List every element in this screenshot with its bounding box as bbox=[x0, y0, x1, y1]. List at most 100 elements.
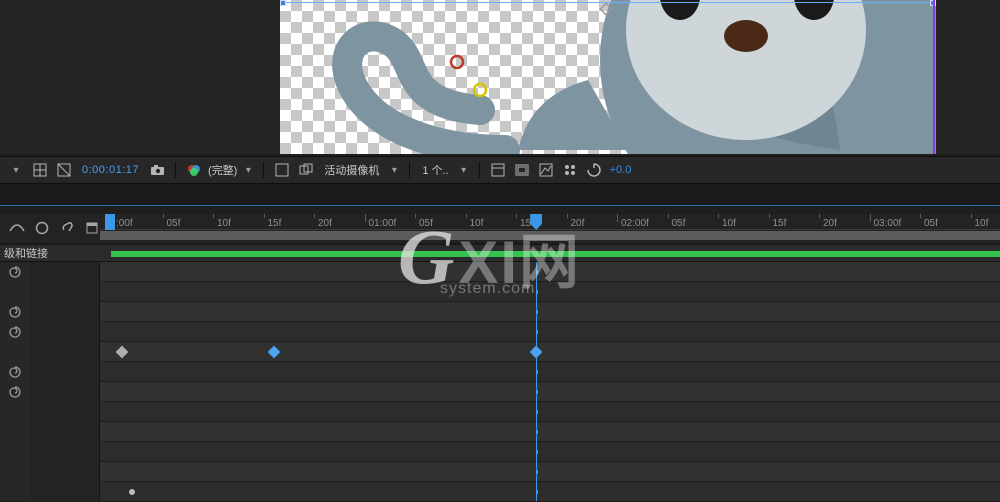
pickwhip-icon[interactable] bbox=[8, 265, 22, 279]
separator bbox=[263, 162, 264, 178]
ruler-tick-label: 20f bbox=[571, 218, 585, 229]
magnification-menu[interactable]: ▾ bbox=[6, 160, 26, 180]
row-left-cell[interactable] bbox=[30, 462, 100, 482]
ruler-tick bbox=[920, 214, 921, 218]
track-lane[interactable] bbox=[100, 402, 1000, 422]
selection-handle[interactable] bbox=[280, 0, 286, 6]
track-lane[interactable] bbox=[100, 482, 1000, 502]
track-lane[interactable] bbox=[100, 322, 1000, 342]
track-lane[interactable] bbox=[100, 262, 1000, 282]
active-camera-label[interactable]: 活动摄像机 bbox=[320, 162, 383, 178]
row-left-cell[interactable] bbox=[30, 442, 100, 462]
workarea-in-handle[interactable] bbox=[105, 214, 115, 230]
panel-focus-line bbox=[0, 205, 1000, 206]
ruler-scrollbar[interactable] bbox=[100, 231, 1000, 240]
separator bbox=[175, 162, 176, 178]
track-row[interactable] bbox=[0, 302, 1000, 322]
row-left-cell[interactable] bbox=[30, 382, 100, 402]
ruler-tick-label: 05f bbox=[924, 218, 938, 229]
mask-icon[interactable] bbox=[54, 160, 74, 180]
resolution-chevron[interactable]: ▾ bbox=[241, 165, 255, 176]
track-row[interactable] bbox=[0, 362, 1000, 382]
row-left-cell[interactable] bbox=[30, 282, 100, 302]
cti-segment bbox=[536, 490, 538, 494]
separator bbox=[409, 162, 410, 178]
track-row[interactable] bbox=[0, 262, 1000, 282]
workarea-bar[interactable] bbox=[111, 251, 1000, 257]
fx-icon[interactable] bbox=[33, 218, 50, 238]
ruler-tick bbox=[365, 214, 366, 222]
ruler-tick-label: 10f bbox=[217, 218, 231, 229]
shy-icon[interactable] bbox=[8, 218, 25, 238]
time-ruler[interactable]: :00f05f10f15f20f01:00f05f10f15f20f02:00f… bbox=[100, 214, 1000, 242]
composition-viewer[interactable] bbox=[280, 0, 936, 154]
track-row[interactable] bbox=[0, 482, 1000, 502]
ruler-tick bbox=[567, 214, 568, 218]
attach-icon[interactable] bbox=[58, 218, 75, 238]
ruler-track[interactable]: :00f05f10f15f20f01:00f05f10f15f20f02:00f… bbox=[100, 214, 1000, 230]
track-lane[interactable] bbox=[100, 342, 1000, 362]
safe-zones-icon[interactable] bbox=[512, 160, 532, 180]
panel-divider[interactable] bbox=[0, 184, 1000, 206]
row-left-cell[interactable] bbox=[30, 402, 100, 422]
track-lane[interactable] bbox=[100, 442, 1000, 462]
guides-icon[interactable] bbox=[488, 160, 508, 180]
cti-line[interactable] bbox=[536, 262, 537, 501]
track-lane[interactable] bbox=[100, 362, 1000, 382]
track-row[interactable] bbox=[0, 422, 1000, 442]
cti-segment bbox=[536, 430, 538, 434]
ruler-tick-label: 02:00f bbox=[621, 218, 649, 229]
track-row[interactable] bbox=[0, 402, 1000, 422]
row-left-cell[interactable] bbox=[30, 302, 100, 322]
track-row[interactable] bbox=[0, 382, 1000, 402]
exposure-value[interactable]: +0.0 bbox=[608, 164, 632, 176]
ruler-tick-label: 10f bbox=[722, 218, 736, 229]
transparency-grid-icon[interactable] bbox=[272, 160, 292, 180]
row-left-cell[interactable] bbox=[30, 342, 100, 362]
grid-icon[interactable] bbox=[30, 160, 50, 180]
row-left-cell[interactable] bbox=[30, 322, 100, 342]
fast-preview-icon[interactable] bbox=[584, 160, 604, 180]
ruler-tick-label: 01:00f bbox=[369, 218, 397, 229]
pickwhip-icon[interactable] bbox=[8, 365, 22, 379]
row-left-cell[interactable] bbox=[30, 362, 100, 382]
track-row[interactable] bbox=[0, 322, 1000, 342]
column-header-row: 级和链接 bbox=[0, 244, 1000, 262]
track-lane[interactable] bbox=[100, 422, 1000, 442]
track-row[interactable] bbox=[0, 462, 1000, 482]
marker-icon[interactable] bbox=[83, 218, 100, 238]
view-count-label[interactable]: 1 个.. bbox=[418, 162, 452, 178]
pixel-aspect-icon[interactable] bbox=[560, 160, 580, 180]
snapshot-icon[interactable] bbox=[147, 160, 167, 180]
ruler-tick-label: 10f bbox=[470, 218, 484, 229]
ruler-tick bbox=[971, 214, 972, 218]
view-chevron[interactable]: ▾ bbox=[457, 165, 471, 176]
row-gutter bbox=[0, 402, 30, 422]
pickwhip-icon[interactable] bbox=[8, 325, 22, 339]
track-lane[interactable] bbox=[100, 382, 1000, 402]
row-gutter bbox=[0, 442, 30, 462]
parent-link-column[interactable]: 级和链接 bbox=[0, 245, 48, 261]
row-left-cell[interactable] bbox=[30, 482, 100, 502]
resolution-label[interactable]: (完整) bbox=[208, 162, 237, 178]
timeline-tracks[interactable] bbox=[0, 262, 1000, 501]
track-row[interactable] bbox=[0, 342, 1000, 362]
camera-chevron[interactable]: ▾ bbox=[387, 165, 401, 176]
timegraph-icon[interactable] bbox=[536, 160, 556, 180]
track-row[interactable] bbox=[0, 282, 1000, 302]
pickwhip-icon[interactable] bbox=[8, 305, 22, 319]
channels-icon[interactable] bbox=[184, 160, 204, 180]
three-d-icon[interactable] bbox=[296, 160, 316, 180]
row-left-cell[interactable] bbox=[30, 422, 100, 442]
track-row[interactable] bbox=[0, 442, 1000, 462]
row-gutter bbox=[0, 302, 30, 322]
keyframe[interactable] bbox=[129, 489, 135, 495]
ruler-tick bbox=[718, 214, 719, 218]
ruler-tick bbox=[617, 214, 618, 222]
pickwhip-icon[interactable] bbox=[8, 385, 22, 399]
track-lane[interactable] bbox=[100, 282, 1000, 302]
track-lane[interactable] bbox=[100, 462, 1000, 482]
current-timecode[interactable]: 0:00:01:17 bbox=[78, 164, 143, 176]
track-lane[interactable] bbox=[100, 302, 1000, 322]
row-left-cell[interactable] bbox=[30, 262, 100, 282]
